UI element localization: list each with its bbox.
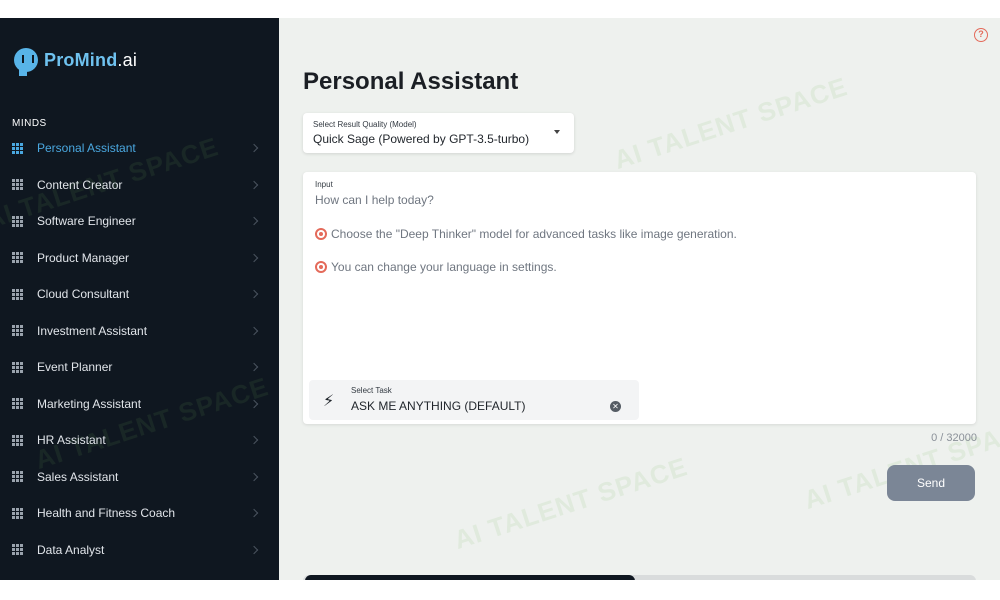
tip-line: Choose the "Deep Thinker" model for adva… bbox=[315, 227, 964, 241]
sidebar-item-label: Personal Assistant bbox=[37, 141, 136, 156]
model-select-value: Quick Sage (Powered by GPT-3.5-turbo) bbox=[313, 132, 530, 146]
chevron-right-icon bbox=[249, 472, 259, 481]
brand-logo[interactable]: ProMind.ai bbox=[14, 48, 138, 76]
grid-icon bbox=[12, 252, 23, 264]
chevron-right-icon bbox=[249, 217, 259, 226]
clear-icon[interactable]: ✕ bbox=[610, 401, 621, 412]
task-select[interactable]: ⚡︎ Select Task ASK ME ANYTHING (DEFAULT)… bbox=[309, 380, 639, 420]
grid-icon bbox=[12, 434, 23, 446]
help-icon[interactable]: ? bbox=[974, 28, 988, 42]
sidebar-item-content-creator[interactable]: Content Creator bbox=[0, 167, 279, 204]
sidebar-item-label: Content Creator bbox=[37, 177, 123, 192]
sidebar-item-data-analyst[interactable]: Data Analyst bbox=[0, 532, 279, 569]
chevron-right-icon bbox=[249, 545, 259, 554]
main-panel: AI TALENT SPACE AI TALENT SPACE AI TALEN… bbox=[279, 18, 1000, 580]
grid-icon bbox=[12, 471, 23, 483]
input-placeholder: How can I help today? bbox=[315, 193, 434, 207]
sidebar-item-product-manager[interactable]: Product Manager bbox=[0, 240, 279, 277]
target-icon bbox=[315, 228, 327, 240]
page-title: Personal Assistant bbox=[303, 68, 519, 95]
grid-icon bbox=[12, 142, 23, 154]
grid-icon bbox=[12, 507, 23, 519]
grid-icon bbox=[12, 179, 23, 191]
sidebar-item-label: Product Manager bbox=[37, 250, 130, 265]
section-label-minds: MINDS bbox=[12, 118, 47, 129]
brand-suffix: .ai bbox=[117, 49, 138, 70]
sidebar-item-label: Investment Assistant bbox=[37, 323, 148, 338]
grid-icon bbox=[12, 215, 23, 227]
chevron-right-icon bbox=[249, 509, 259, 518]
chevron-right-icon bbox=[249, 253, 259, 262]
sidebar-item-hr-assistant[interactable]: HR Assistant bbox=[0, 422, 279, 459]
input-field[interactable]: Input How can I help today? Choose the "… bbox=[303, 172, 976, 424]
model-select[interactable]: Select Result Quality (Model) Quick Sage… bbox=[303, 113, 574, 153]
watermark: AI TALENT SPACE bbox=[450, 451, 692, 555]
tip-text: You can change your language in settings… bbox=[331, 260, 557, 274]
sidebar-item-label: Health and Fitness Coach bbox=[37, 506, 176, 521]
sidebar-item-sales-assistant[interactable]: Sales Assistant bbox=[0, 459, 279, 496]
tip-line: You can change your language in settings… bbox=[315, 260, 964, 274]
chevron-right-icon bbox=[249, 180, 259, 189]
lightning-bolt-icon: ⚡︎ bbox=[323, 393, 335, 410]
brand-name: ProMind bbox=[44, 49, 118, 70]
task-select-value: ASK ME ANYTHING (DEFAULT) bbox=[351, 399, 526, 413]
sidebar-item-event-planner[interactable]: Event Planner bbox=[0, 349, 279, 386]
sidebar-item-health-fitness-coach[interactable]: Health and Fitness Coach bbox=[0, 495, 279, 532]
sidebar: AI TALENT SPACE AI TALENT SPACE ProMind.… bbox=[0, 18, 279, 580]
grid-icon bbox=[12, 288, 23, 300]
chevron-right-icon bbox=[249, 363, 259, 372]
sidebar-item-personal-assistant[interactable]: Personal Assistant bbox=[0, 130, 279, 167]
sidebar-item-cloud-consultant[interactable]: Cloud Consultant bbox=[0, 276, 279, 313]
character-counter: 0 / 32000 bbox=[931, 432, 977, 444]
grid-icon bbox=[12, 361, 23, 373]
chevron-right-icon bbox=[249, 290, 259, 299]
chevron-right-icon bbox=[249, 326, 259, 335]
watermark: AI TALENT SPACE bbox=[610, 71, 852, 175]
brain-head-icon bbox=[14, 48, 38, 76]
sidebar-item-label: Data Analyst bbox=[37, 542, 105, 557]
sidebar-item-label: Event Planner bbox=[37, 360, 113, 375]
chevron-right-icon bbox=[249, 144, 259, 153]
grid-icon bbox=[12, 325, 23, 337]
task-select-label: Select Task bbox=[351, 386, 392, 395]
chevron-right-icon bbox=[249, 399, 259, 408]
grid-icon bbox=[12, 398, 23, 410]
send-button[interactable]: Send bbox=[887, 465, 975, 501]
sidebar-item-label: Software Engineer bbox=[37, 214, 136, 229]
caret-down-icon bbox=[554, 130, 560, 134]
grid-icon bbox=[12, 544, 23, 556]
app-window: AI TALENT SPACE AI TALENT SPACE ProMind.… bbox=[0, 18, 1000, 580]
bottom-panel-edge bbox=[303, 575, 976, 580]
model-select-label: Select Result Quality (Model) bbox=[313, 120, 417, 129]
input-label: Input bbox=[315, 180, 333, 189]
minds-menu: Personal Assistant Content Creator Softw… bbox=[0, 130, 279, 568]
target-icon bbox=[315, 261, 327, 273]
tip-text: Choose the "Deep Thinker" model for adva… bbox=[331, 227, 737, 241]
chevron-right-icon bbox=[249, 436, 259, 445]
sidebar-item-label: Sales Assistant bbox=[37, 469, 119, 484]
sidebar-item-marketing-assistant[interactable]: Marketing Assistant bbox=[0, 386, 279, 423]
sidebar-item-investment-assistant[interactable]: Investment Assistant bbox=[0, 313, 279, 350]
sidebar-item-label: HR Assistant bbox=[37, 433, 106, 448]
sidebar-item-software-engineer[interactable]: Software Engineer bbox=[0, 203, 279, 240]
sidebar-item-label: Marketing Assistant bbox=[37, 396, 142, 411]
sidebar-item-label: Cloud Consultant bbox=[37, 287, 130, 302]
